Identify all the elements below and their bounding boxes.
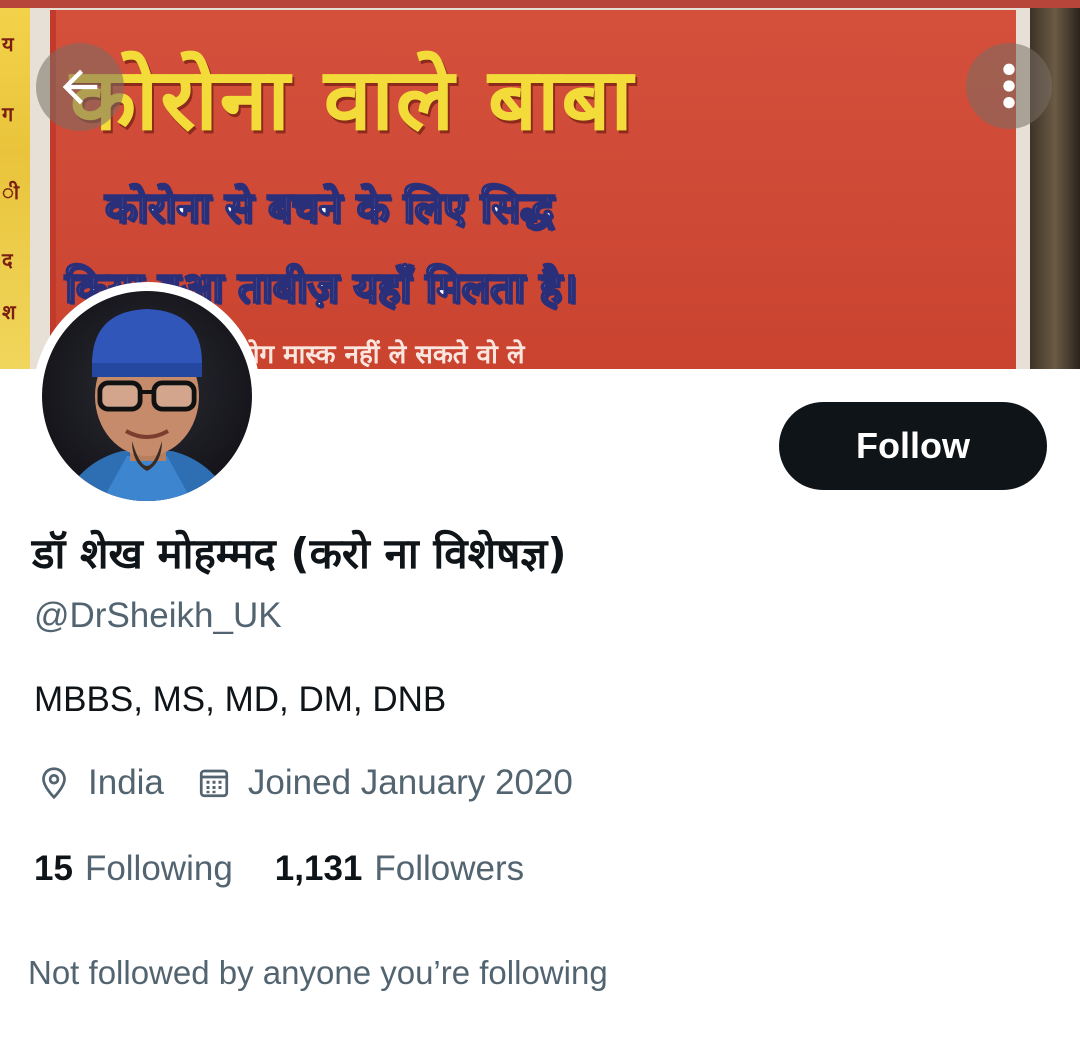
banner-text-line-2: कोरोना से बचने के लिए सिद्ध xyxy=(104,182,555,233)
followers-label: Followers xyxy=(374,849,525,888)
followers-count: 1,131 xyxy=(274,849,363,888)
followers-link[interactable]: 1,131 Followers xyxy=(275,849,524,889)
user-handle: @DrSheikh_UK xyxy=(34,596,282,635)
avatar-photo xyxy=(42,291,252,501)
location-text: India xyxy=(88,763,164,802)
more-options-button[interactable] xyxy=(966,43,1052,129)
display-name: डॉ शेख मोहम्मद (करो ना विशेषज्ञ) xyxy=(32,529,567,578)
avatar[interactable] xyxy=(33,282,261,510)
banner-headline: कोरोना वाले बाबा xyxy=(70,50,635,150)
joined-date: Joined January 2020 xyxy=(247,763,573,802)
banner-edge xyxy=(0,0,1080,8)
avatar-portrait xyxy=(62,309,232,501)
calendar-icon xyxy=(194,763,234,803)
banner-left-poster: य ग ी द श xyxy=(0,8,30,369)
more-vertical-icon xyxy=(1003,63,1015,109)
profile-meta: India Joined January 2020 xyxy=(34,760,573,806)
bio: MBBS, MS, MD, DM, DNB xyxy=(34,680,447,719)
following-count: 15 xyxy=(34,849,73,888)
mutual-followers-note: Not followed by anyone you’re following xyxy=(28,954,608,991)
follow-stats: 15 Following 1,131 Followers xyxy=(34,846,524,892)
back-button[interactable] xyxy=(36,43,124,131)
arrow-left-icon xyxy=(62,69,98,105)
following-link[interactable]: 15 Following xyxy=(34,849,233,889)
following-label: Following xyxy=(84,849,233,888)
location-pin-icon xyxy=(34,763,74,803)
follow-button[interactable]: Follow xyxy=(779,402,1047,490)
